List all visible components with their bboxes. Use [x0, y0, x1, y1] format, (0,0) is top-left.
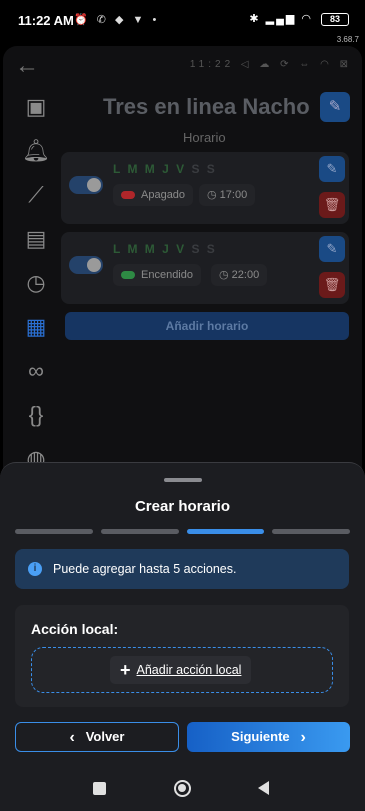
- bell-icon[interactable]: 🔔︎: [21, 136, 51, 166]
- schedule-state: Apagado: [113, 184, 194, 206]
- step-indicator: [15, 529, 93, 534]
- back-arrow-icon[interactable]: ←: [15, 52, 39, 80]
- schedule-time: ◷ 22:00: [211, 264, 268, 286]
- calendar-icon[interactable]: ▦: [21, 312, 51, 342]
- days-active: L M M J V: [113, 242, 187, 256]
- edit-schedule-button[interactable]: ✎: [319, 156, 345, 182]
- info-icon: i: [28, 562, 42, 576]
- app-header: ← 11:22 ◁ ☁ ⟳ ⇔ ◠ ⊠: [3, 46, 362, 86]
- sheet-drag-handle[interactable]: [164, 478, 202, 482]
- next-button[interactable]: Siguiente ›: [187, 722, 350, 752]
- state-dot-icon: [121, 271, 135, 280]
- days-active: L M M J V: [113, 162, 187, 176]
- schedule-days: L M M J V S S: [113, 242, 217, 256]
- time-label: 17:00: [219, 189, 248, 201]
- state-dot-icon: [121, 191, 135, 200]
- back-triangle-icon[interactable]: [258, 781, 269, 795]
- schedule-toggle[interactable]: [69, 256, 103, 274]
- local-action-dropzone: + Añadir acción local: [31, 647, 333, 693]
- add-local-action-button[interactable]: + Añadir acción local: [110, 656, 252, 684]
- chevron-right-icon: ›: [300, 729, 306, 746]
- create-schedule-sheet: Crear horario i Puede agregar hasta 5 ac…: [0, 462, 365, 767]
- local-action-card: Acción local: + Añadir acción local: [15, 605, 349, 707]
- local-action-title: Acción local:: [31, 621, 119, 637]
- step-indicator: [100, 529, 179, 534]
- chevron-left-icon: ‹: [69, 729, 75, 746]
- header-status-icons: 11:22 ◁ ☁ ⟳ ⇔ ◠ ⊠: [189, 59, 352, 70]
- section-subtitle: Horario: [183, 130, 226, 145]
- step-progress: [15, 529, 350, 535]
- edit-device-button[interactable]: ✎: [320, 92, 350, 122]
- step-indicator-current: [186, 529, 265, 534]
- back-button-label: Volver: [85, 729, 125, 744]
- delete-schedule-button[interactable]: 🗑︎: [319, 192, 345, 218]
- clock-icon: ◷: [207, 189, 220, 201]
- schedule-card: L M M J V S S Encendido ◷ 22:00 ✎ 🗑︎: [61, 232, 349, 304]
- days-inactive: S S: [191, 162, 217, 176]
- braces-icon[interactable]: {}: [21, 400, 51, 430]
- schedule-time: ◷ 17:00: [199, 184, 256, 206]
- device-title: Tres en linea Nacho: [103, 94, 310, 119]
- notebook-icon[interactable]: ▤: [21, 224, 51, 254]
- sheet-title: Crear horario: [134, 498, 231, 515]
- schedule-card: L M M J V S S Apagado ◷ 17:00 ✎ 🗑︎: [61, 152, 349, 224]
- schedule-toggle[interactable]: [69, 176, 103, 194]
- edit-schedule-button[interactable]: ✎: [319, 236, 345, 262]
- delete-schedule-button[interactable]: 🗑︎: [319, 272, 345, 298]
- battery-icon: 83: [321, 13, 349, 26]
- link-icon[interactable]: ∞: [21, 356, 51, 386]
- next-button-label: Siguiente: [231, 729, 290, 744]
- clock-icon[interactable]: ◷: [21, 268, 51, 298]
- state-label: Encendido: [141, 269, 193, 281]
- back-button[interactable]: ‹ Volver: [15, 722, 179, 752]
- state-label: Apagado: [141, 189, 186, 201]
- info-text: Puede agregar hasta 5 acciones.: [53, 562, 237, 576]
- status-bar: 11:22 AM ⏰ ✆ ◆ ▼ • ✱ ▂▄▆ ◠ 83 3.68.7: [0, 0, 365, 44]
- system-nav-bar: [0, 767, 365, 811]
- clock-icon: ◷: [219, 269, 232, 281]
- recents-icon[interactable]: [93, 782, 106, 795]
- days-inactive: S S: [191, 242, 217, 256]
- schedule-days: L M M J V S S: [113, 162, 217, 176]
- schedule-state: Encendido: [113, 264, 201, 286]
- header-time: 11:22: [189, 59, 235, 70]
- chart-icon[interactable]: ⟋: [21, 180, 51, 210]
- step-indicator: [272, 529, 350, 534]
- home-icon[interactable]: [174, 780, 191, 797]
- add-local-action-label: Añadir acción local: [136, 663, 242, 677]
- time-label: 22:00: [231, 269, 260, 281]
- app-version: 3.68.7: [336, 35, 359, 44]
- plus-icon: +: [120, 660, 131, 680]
- device-icon[interactable]: ▣: [21, 92, 51, 122]
- status-time: 11:22 AM: [18, 13, 74, 28]
- notification-icons: ⏰ ✆ ◆ ▼ •: [74, 14, 160, 26]
- info-banner: i Puede agregar hasta 5 acciones.: [15, 549, 349, 589]
- add-schedule-button[interactable]: Añadir horario: [65, 312, 349, 340]
- connectivity-icons: ✱ ▂▄▆ ◠: [249, 13, 313, 25]
